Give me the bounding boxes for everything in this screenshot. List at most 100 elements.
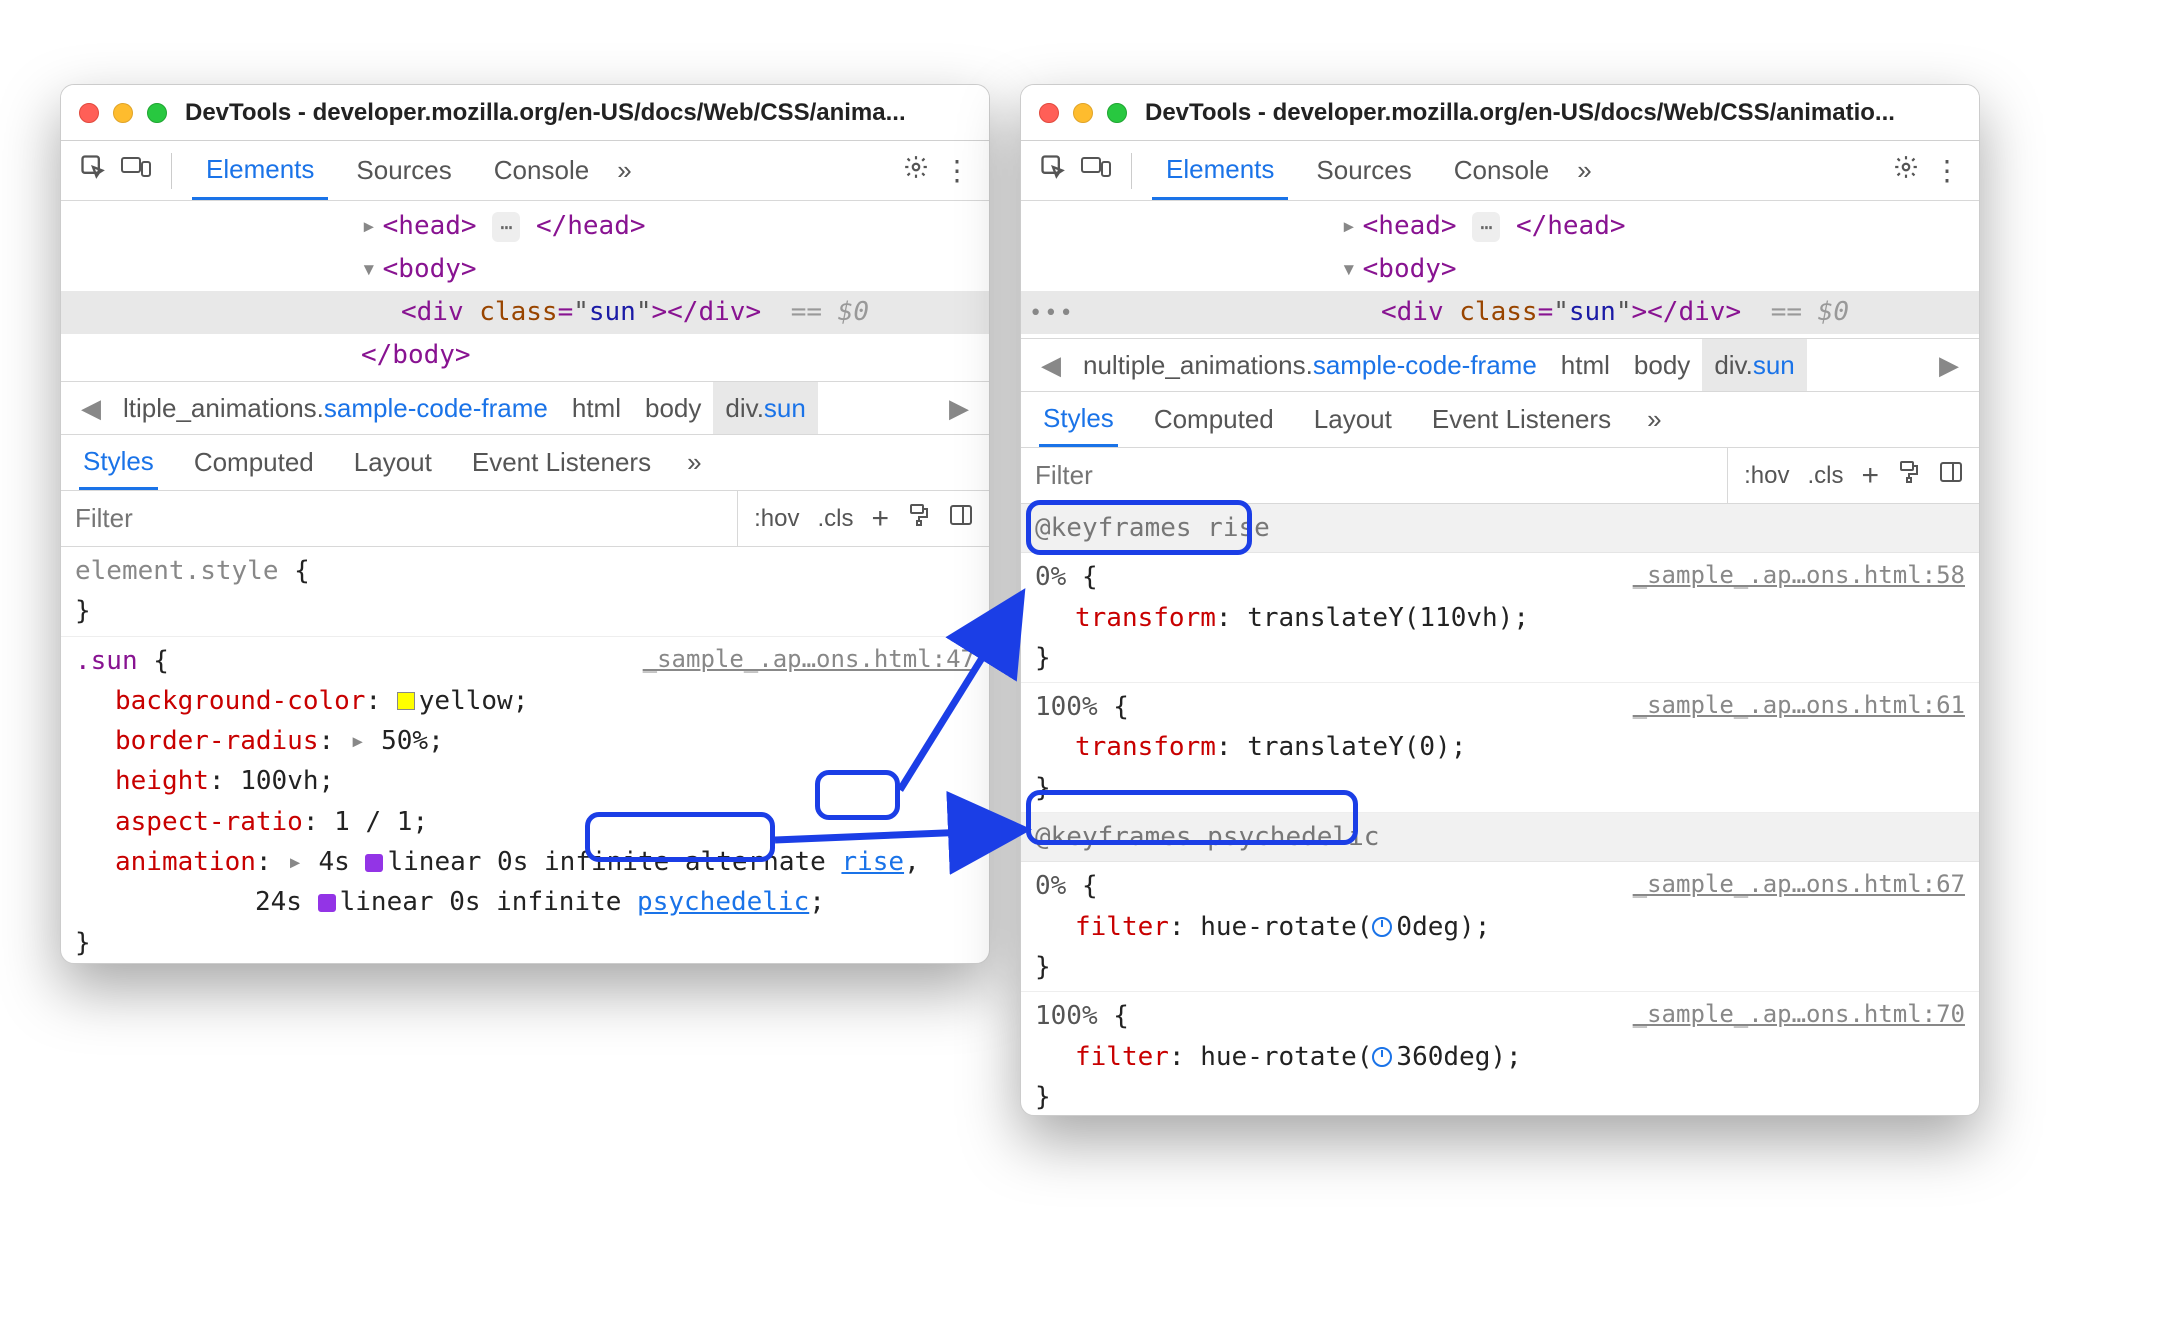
easing-icon[interactable]	[365, 854, 383, 872]
body-close: </body>	[361, 340, 471, 370]
inspect-icon[interactable]	[79, 153, 107, 188]
close-icon[interactable]	[79, 103, 99, 123]
styles-pane[interactable]: @keyframes rise _sample_.ap…ons.html:58 …	[1021, 504, 1979, 1116]
angle-icon[interactable]	[1372, 1047, 1392, 1067]
more-subtabs-icon[interactable]: »	[687, 447, 701, 478]
close-icon[interactable]	[1039, 103, 1059, 123]
dom-tree[interactable]: ▸<head> ⋯ </head> ▾<body> <div class="su…	[61, 201, 989, 381]
tab-sources[interactable]: Sources	[1302, 143, 1425, 198]
titlebar: DevTools - developer.mozilla.org/en-US/d…	[61, 85, 989, 141]
cls-button[interactable]: .cls	[817, 505, 853, 533]
source-link[interactable]: _sample_.ap…ons.html:70	[1633, 996, 1965, 1033]
crumb-body[interactable]: body	[1622, 350, 1702, 381]
new-rule-icon[interactable]: +	[871, 502, 889, 536]
source-link[interactable]: _sample_.ap…ons.html:47	[643, 641, 975, 678]
crumb-div-sun[interactable]: div.sun	[713, 382, 817, 434]
source-link[interactable]: _sample_.ap…ons.html:67	[1633, 866, 1965, 903]
gear-icon[interactable]	[1893, 154, 1919, 187]
subtab-computed[interactable]: Computed	[190, 437, 318, 488]
devtools-window-right: DevTools - developer.mozilla.org/en-US/d…	[1020, 84, 1980, 1116]
devtools-window-left: DevTools - developer.mozilla.org/en-US/d…	[60, 84, 990, 964]
crumb-body[interactable]: body	[633, 393, 713, 424]
styles-pane[interactable]: element.style { } _sample_.ap…ons.html:4…	[61, 547, 989, 964]
filter-input[interactable]	[61, 503, 737, 534]
selected-element[interactable]: ••• <div class="sun"></div> == $0	[1021, 291, 1979, 334]
kf-rise-100[interactable]: _sample_.ap…ons.html:61 100% { transform…	[1021, 683, 1979, 813]
sun-rule[interactable]: _sample_.ap…ons.html:47 .sun { backgroun…	[61, 637, 989, 964]
window-controls	[1039, 103, 1127, 123]
computed-panel-icon[interactable]	[1939, 460, 1963, 491]
titlebar: DevTools - developer.mozilla.org/en-US/d…	[1021, 85, 1979, 141]
subtab-computed[interactable]: Computed	[1150, 394, 1278, 445]
more-tabs-icon[interactable]: »	[617, 155, 631, 186]
kf-psy-100[interactable]: _sample_.ap…ons.html:70 100% { filter: h…	[1021, 992, 1979, 1116]
kebab-icon[interactable]: ⋮	[943, 154, 971, 187]
zoom-icon[interactable]	[1107, 103, 1127, 123]
keyframe-link-rise[interactable]: rise	[841, 847, 904, 877]
color-swatch-icon[interactable]	[397, 692, 415, 710]
crumb-frame[interactable]: nultiple_animations.sample-code-frame	[1071, 350, 1549, 381]
subtab-styles[interactable]: Styles	[79, 436, 158, 490]
computed-panel-icon[interactable]	[949, 503, 973, 534]
hov-button[interactable]: :hov	[754, 505, 799, 533]
crumb-back-icon[interactable]: ◀	[1031, 350, 1071, 381]
zoom-icon[interactable]	[147, 103, 167, 123]
subtab-styles[interactable]: Styles	[1039, 393, 1118, 447]
head-open[interactable]: <head>	[383, 211, 477, 241]
kf-psy-0[interactable]: _sample_.ap…ons.html:67 0% { filter: hue…	[1021, 862, 1979, 992]
gear-icon[interactable]	[903, 154, 929, 187]
selected-element[interactable]: <div class="sun"></div> == $0	[61, 291, 989, 334]
window-controls	[79, 103, 167, 123]
styles-subtabs: Styles Computed Layout Event Listeners »	[1021, 392, 1979, 448]
subtab-layout[interactable]: Layout	[350, 437, 436, 488]
tab-console[interactable]: Console	[1440, 143, 1563, 198]
subtab-listeners[interactable]: Event Listeners	[1428, 394, 1615, 445]
keyframe-link-psychedelic[interactable]: psychedelic	[637, 887, 809, 917]
crumb-div-sun[interactable]: div.sun	[1702, 339, 1806, 391]
angle-icon[interactable]	[1372, 917, 1392, 937]
subtab-listeners[interactable]: Event Listeners	[468, 437, 655, 488]
element-style-rule[interactable]: element.style { }	[61, 547, 989, 637]
device-icon[interactable]	[1081, 154, 1111, 187]
keyframes-rise-header[interactable]: @keyframes rise	[1021, 504, 1979, 553]
tab-elements[interactable]: Elements	[192, 142, 328, 200]
minimize-icon[interactable]	[113, 103, 133, 123]
source-link[interactable]: _sample_.ap…ons.html:58	[1633, 557, 1965, 594]
more-tabs-icon[interactable]: »	[1577, 155, 1591, 186]
hov-button[interactable]: :hov	[1744, 462, 1789, 490]
crumb-fwd-icon[interactable]: ▶	[939, 393, 979, 424]
crumb-frame[interactable]: ltiple_animations.sample-code-frame	[111, 393, 560, 424]
paint-icon[interactable]	[1897, 460, 1921, 491]
tab-elements[interactable]: Elements	[1152, 142, 1288, 200]
crumb-html[interactable]: html	[560, 393, 633, 424]
crumb-html[interactable]: html	[1549, 350, 1622, 381]
row-actions-icon[interactable]: •••	[1029, 297, 1075, 330]
tab-sources[interactable]: Sources	[342, 143, 465, 198]
crumb-fwd-icon[interactable]: ▶	[1929, 350, 1969, 381]
kebab-icon[interactable]: ⋮	[1933, 154, 1961, 187]
breadcrumb[interactable]: ◀ nultiple_animations.sample-code-frame …	[1021, 338, 1979, 392]
new-rule-icon[interactable]: +	[1861, 459, 1879, 493]
crumb-back-icon[interactable]: ◀	[71, 393, 111, 424]
kf-rise-0[interactable]: _sample_.ap…ons.html:58 0% { transform: …	[1021, 553, 1979, 683]
tab-console[interactable]: Console	[480, 143, 603, 198]
minimize-icon[interactable]	[1073, 103, 1093, 123]
inspect-icon[interactable]	[1039, 153, 1067, 188]
keyframes-psychedelic-header[interactable]: @keyframes psychedelic	[1021, 813, 1979, 862]
dom-tree[interactable]: ▸<head> ⋯ </head> ▾<body> ••• <div class…	[1021, 201, 1979, 338]
subtab-layout[interactable]: Layout	[1310, 394, 1396, 445]
main-tabbar: Elements Sources Console » ⋮	[61, 141, 989, 201]
dollar-zero: == $0	[791, 297, 869, 327]
filter-bar: :hov .cls +	[1021, 448, 1979, 504]
styles-subtabs: Styles Computed Layout Event Listeners »	[61, 435, 989, 491]
device-icon[interactable]	[121, 154, 151, 187]
easing-icon[interactable]	[318, 894, 336, 912]
paint-icon[interactable]	[907, 503, 931, 534]
source-link[interactable]: _sample_.ap…ons.html:61	[1633, 687, 1965, 724]
cls-button[interactable]: .cls	[1807, 462, 1843, 490]
breadcrumb[interactable]: ◀ ltiple_animations.sample-code-frame ht…	[61, 381, 989, 435]
body-open[interactable]: <body>	[383, 254, 477, 284]
filter-bar: :hov .cls +	[61, 491, 989, 547]
more-subtabs-icon[interactable]: »	[1647, 404, 1661, 435]
filter-input[interactable]	[1021, 460, 1727, 491]
